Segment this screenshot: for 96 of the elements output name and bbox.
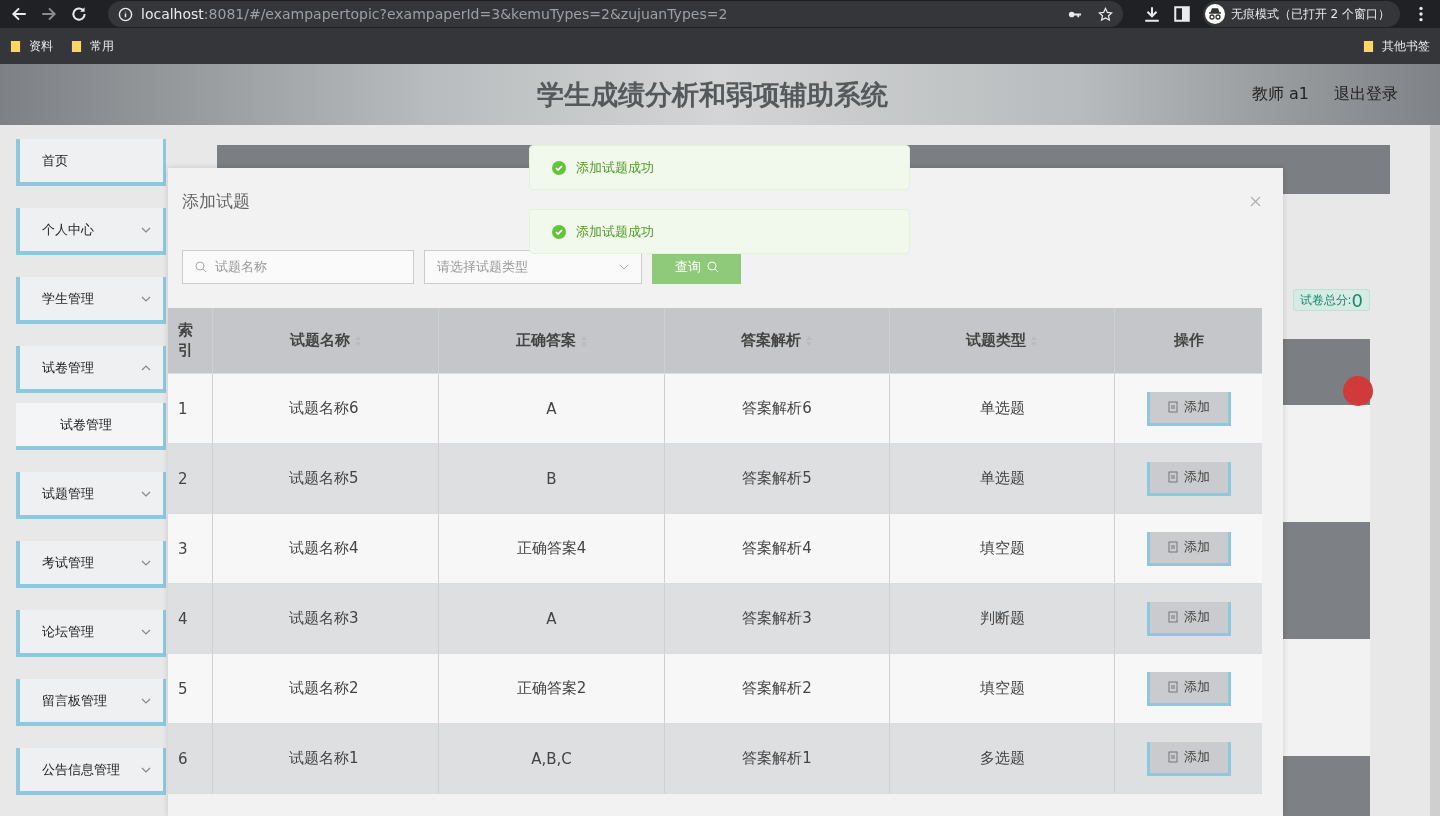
menu-item[interactable]: 试卷管理	[16, 346, 166, 393]
table-cell: 填空题	[979, 539, 1025, 558]
table-cell: 答案解析1	[742, 749, 812, 768]
incognito-badge[interactable]: 无痕模式（已打开 2 个窗口）	[1202, 1, 1400, 27]
info-icon	[118, 6, 133, 22]
folder-icon	[10, 39, 21, 53]
incognito-label: 无痕模式（已打开 2 个窗口）	[1230, 5, 1390, 23]
menu-item[interactable]: 个人中心	[16, 208, 166, 255]
forward-icon[interactable]	[40, 5, 58, 23]
caret-icon	[141, 697, 151, 704]
folder-icon	[71, 39, 82, 53]
table-cell: 正确答案2	[516, 679, 587, 698]
system-title: 学生成绩分析和弱项辅助系统	[537, 77, 888, 112]
table-cell: 试题名称1	[289, 749, 359, 768]
add-button[interactable]: 添加	[1146, 461, 1231, 496]
table-cell: 正确答案4	[516, 539, 587, 558]
search-icon	[706, 261, 719, 273]
caret-icon	[141, 226, 151, 233]
table-cell: A,B,C	[531, 749, 572, 768]
bookmark[interactable]: 资料	[29, 37, 53, 55]
document-icon	[1167, 541, 1178, 553]
add-button[interactable]: 添加	[1146, 671, 1231, 706]
table-cell: 答案解析5	[742, 469, 812, 488]
column-header[interactable]: 答案解析	[741, 331, 801, 350]
table-cell: 判断题	[979, 609, 1025, 628]
table-cell: 5	[178, 679, 188, 698]
search-icon	[195, 261, 207, 273]
bookmark[interactable]: 其他书签	[1382, 37, 1430, 55]
table-cell: 1	[178, 399, 188, 418]
column-header[interactable]: 操作	[1173, 331, 1204, 350]
table-cell: A	[546, 399, 557, 418]
table-cell: 填空题	[979, 679, 1025, 698]
table-cell: 试题名称4	[289, 539, 359, 558]
back-icon[interactable]	[10, 5, 28, 23]
table-cell: 试题名称5	[289, 469, 359, 488]
table-cell: 单选题	[979, 469, 1025, 488]
table-cell: 单选题	[979, 399, 1025, 418]
user-name: 教师 a1	[1251, 84, 1309, 105]
table-cell: 4	[178, 609, 188, 628]
table-cell: 答案解析2	[742, 679, 812, 698]
add-button[interactable]: 添加	[1146, 391, 1231, 426]
document-icon	[1167, 681, 1178, 693]
table-cell: 2	[178, 469, 188, 488]
caret-icon	[141, 766, 151, 773]
logout-link[interactable]: 退出登录	[1334, 84, 1398, 105]
dialog-title: 添加试题	[182, 190, 250, 213]
table-cell: A	[546, 609, 557, 628]
add-button[interactable]: 添加	[1146, 531, 1231, 566]
reload-icon[interactable]	[70, 5, 88, 23]
click-indicator-icon	[1343, 376, 1373, 406]
add-button[interactable]: 添加	[1146, 741, 1231, 776]
incognito-icon	[1204, 4, 1225, 24]
menu-item[interactable]: 首页	[16, 139, 166, 186]
check-icon	[552, 160, 566, 175]
success-toast: 添加试题成功	[529, 209, 910, 254]
caret-icon	[141, 295, 151, 302]
table-cell: 试题名称2	[289, 679, 359, 698]
document-icon	[1167, 751, 1178, 763]
folder-icon	[1363, 39, 1374, 53]
table-cell: 试题名称6	[289, 399, 359, 418]
caret-icon	[141, 490, 151, 497]
table-cell: 答案解析6	[742, 399, 812, 418]
download-icon[interactable]	[1142, 5, 1161, 23]
caret-icon	[141, 628, 151, 635]
menu-item[interactable]: 留言板管理	[16, 679, 166, 726]
column-header[interactable]: 正确答案	[515, 331, 576, 350]
document-icon	[1167, 471, 1178, 483]
column-header[interactable]: 索引	[178, 321, 193, 360]
menu-item[interactable]: 试题管理	[16, 472, 166, 519]
menu-item[interactable]: 论坛管理	[16, 610, 166, 657]
caret-icon	[619, 264, 629, 270]
document-icon	[1167, 611, 1178, 623]
menu-item[interactable]: 公告信息管理	[16, 748, 166, 795]
document-icon	[1167, 401, 1178, 413]
bookmark[interactable]: 常用	[90, 37, 114, 55]
star-icon[interactable]	[1097, 6, 1113, 22]
menu-item[interactable]: 考试管理	[16, 541, 166, 588]
caret-icon	[141, 364, 151, 371]
table-cell: 答案解析3	[742, 609, 812, 628]
table-cell: 多选题	[979, 749, 1025, 768]
submenu-item[interactable]: 试卷管理	[16, 403, 166, 450]
table-cell: 答案解析4	[742, 539, 812, 558]
add-button[interactable]: 添加	[1146, 601, 1231, 636]
success-toast: 添加试题成功	[529, 145, 910, 190]
caret-icon	[141, 559, 151, 566]
scrollbar[interactable]	[1430, 125, 1440, 816]
table-cell: 6	[178, 749, 188, 768]
column-header[interactable]: 试题类型	[966, 331, 1026, 350]
table-cell: 3	[178, 539, 188, 558]
side-panel-icon[interactable]	[1172, 5, 1191, 23]
menu-item[interactable]: 学生管理	[16, 277, 166, 324]
table-cell: B	[546, 469, 557, 488]
address-bar[interactable]: localhost:8081/#/exampapertopic?exampaperId=3&kemuTypes=2&zujuanTypes=2	[108, 1, 1123, 27]
table-cell: 试题名称3	[289, 609, 359, 628]
column-header[interactable]: 试题名称	[289, 331, 350, 350]
check-icon	[552, 224, 566, 239]
